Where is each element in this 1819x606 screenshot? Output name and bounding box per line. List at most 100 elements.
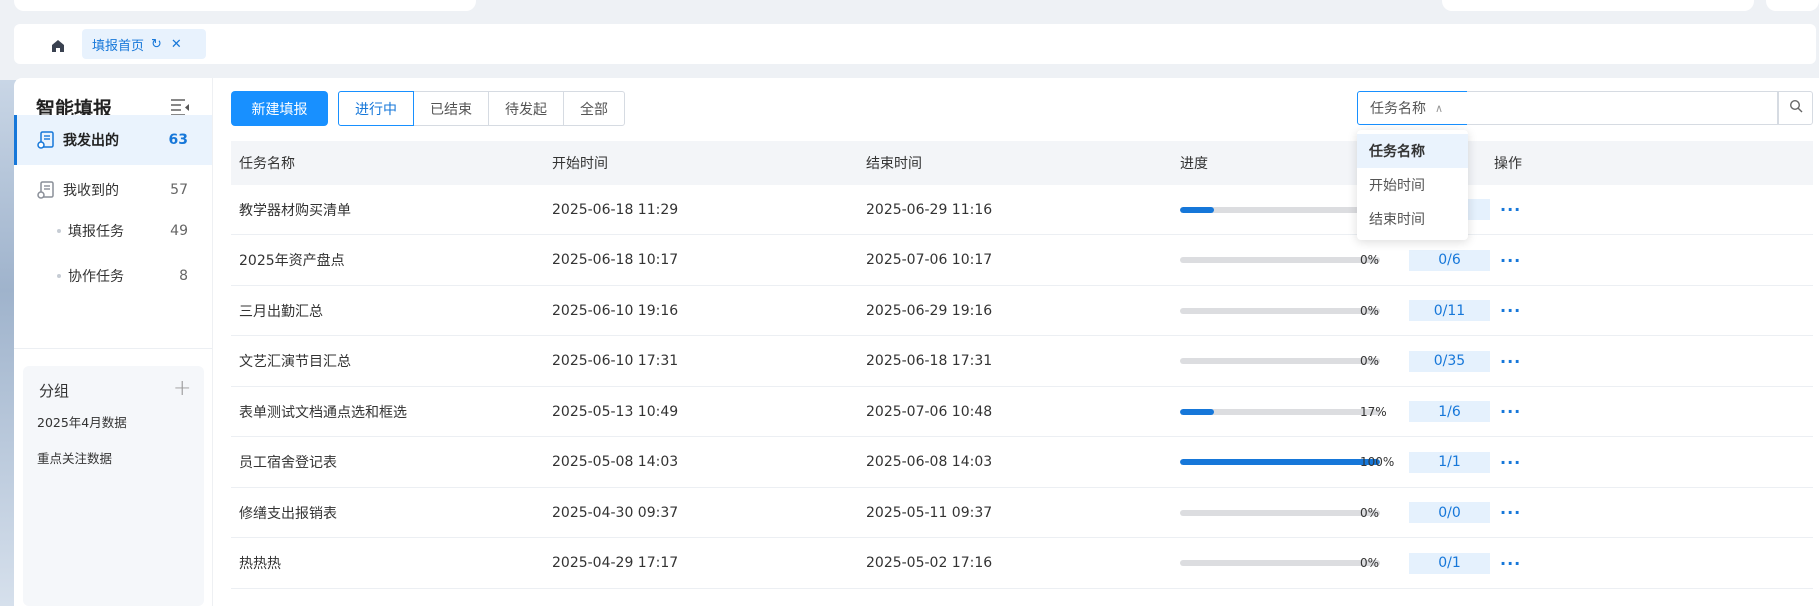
bullet-icon (57, 229, 61, 233)
end-time: 2025-07-06 10:17 (866, 252, 993, 268)
column-header: 操作 (1494, 156, 1522, 172)
task-name[interactable]: 三月出勤汇总 (239, 301, 323, 321)
task-name[interactable]: 修缮支出报销表 (239, 503, 337, 523)
tab-home[interactable]: 填报首页 ↻ ✕ (82, 29, 206, 59)
task-name[interactable]: 教学器材购买清单 (239, 200, 351, 220)
dropdown-option[interactable]: 开始时间 (1357, 168, 1468, 202)
column-header: 开始时间 (552, 156, 608, 172)
sidebar-item-label: 填报任务 (68, 224, 124, 240)
progress-percent: 0% (1360, 303, 1380, 318)
end-time: 2025-06-29 19:16 (866, 302, 993, 319)
tab-in-progress[interactable]: 进行中 (338, 91, 414, 126)
task-name[interactable]: 表单测试文档通点选和框选 (239, 402, 407, 422)
sidebar-subitem-fill-tasks[interactable]: 填报任务 49 (14, 206, 212, 256)
top-panel (14, 0, 476, 11)
more-actions-icon[interactable]: ··· (1500, 251, 1521, 270)
group-item[interactable]: 2025年4月数据 (37, 412, 127, 431)
sidebar-item-label: 我发出的 (63, 133, 119, 149)
table-row[interactable]: 修缮支出报销表 2025-04-30 09:37 2025-05-11 09:37 0… (231, 488, 1813, 538)
more-actions-icon[interactable]: ··· (1500, 453, 1521, 472)
table-row[interactable]: 员工宿舍登记表 2025-05-08 14:03 2025-06-08 14:03 1… (231, 438, 1813, 488)
refresh-icon[interactable]: ↻ (151, 37, 162, 52)
top-panel (1442, 0, 1754, 11)
progress-percent: 0% (1360, 253, 1380, 267)
progress-bar (1180, 206, 1380, 213)
table-header: 任务名称 开始时间 结束时间 进度 操作 (231, 141, 1813, 185)
sidebar-item-sent[interactable]: 我发出的 63 (14, 115, 212, 165)
more-actions-icon[interactable]: ··· (1500, 402, 1521, 421)
search-field-select[interactable]: 任务名称 ∧ (1357, 91, 1468, 125)
search-button[interactable] (1778, 91, 1813, 125)
table-row[interactable]: 热热热 2025-04-29 17:17 2025-05-02 17:16 0% 0/1… (231, 539, 1813, 589)
start-time: 2025-05-08 14:03 (552, 454, 679, 470)
start-time: 2025-05-13 10:49 (552, 403, 679, 420)
search-input[interactable] (1467, 91, 1778, 125)
progress-fill (1180, 408, 1214, 415)
column-header: 结束时间 (866, 156, 922, 172)
progress-percent: 17% (1360, 404, 1387, 419)
close-icon[interactable]: ✕ (171, 37, 182, 52)
status-tabs: 进行中 已结束 待发起 全部 (338, 91, 625, 126)
task-name[interactable]: 热热热 (239, 553, 281, 573)
progress-percent: 0% (1360, 505, 1380, 520)
completion-ratio[interactable]: 0/6 (1409, 249, 1490, 271)
task-name[interactable]: 2025年资产盘点 (239, 250, 345, 270)
progress-fill (1180, 459, 1380, 465)
sidebar-subitem-collab-tasks[interactable]: 协作任务 8 (14, 251, 212, 301)
tab-ended[interactable]: 已结束 (413, 91, 489, 126)
home-icon[interactable] (50, 38, 66, 54)
tab-all[interactable]: 全部 (563, 91, 625, 126)
new-fill-button[interactable]: 新建填报 (231, 91, 328, 126)
end-time: 2025-05-02 17:16 (866, 555, 993, 571)
collapse-sidebar-icon[interactable] (169, 98, 191, 116)
progress-bar (1180, 408, 1380, 415)
dropdown-option[interactable]: 结束时间 (1357, 202, 1468, 236)
table-row[interactable]: 文艺汇演节目汇总 2025-06-10 17:31 2025-06-18 17:31… (231, 337, 1813, 387)
completion-ratio[interactable]: 1/1 (1409, 451, 1490, 473)
add-group-icon[interactable]: + (173, 376, 191, 401)
table-row[interactable]: 表单测试文档通点选和框选 2025-05-13 10:49 2025-07-06 1… (231, 387, 1813, 437)
end-time: 2025-06-29 11:16 (866, 201, 993, 218)
progress-percent: 100% (1360, 455, 1395, 469)
progress-bar (1180, 307, 1380, 314)
completion-ratio[interactable]: 1/6 (1409, 401, 1490, 422)
column-header: 进度 (1180, 156, 1208, 172)
sidebar-item-label: 我收到的 (63, 183, 119, 199)
sidebar-item-count: 63 (168, 132, 188, 148)
progress-bar (1180, 560, 1380, 566)
table-row[interactable]: 教学器材购买清单 2025-06-18 11:29 2025-06-29 11:16… (231, 185, 1813, 235)
sidebar-item-count: 49 (170, 223, 188, 239)
more-actions-icon[interactable]: ··· (1500, 200, 1521, 219)
more-actions-icon[interactable]: ··· (1500, 554, 1521, 573)
column-header: 任务名称 (239, 156, 295, 172)
more-actions-icon[interactable]: ··· (1500, 301, 1521, 320)
search-field-value: 任务名称 (1370, 101, 1426, 117)
start-time: 2025-06-18 10:17 (552, 252, 679, 268)
completion-ratio[interactable]: 0/0 (1409, 502, 1490, 523)
task-name[interactable]: 员工宿舍登记表 (239, 452, 337, 472)
table-row[interactable]: 2025年资产盘点 2025-06-18 10:17 2025-07-06 10:1… (231, 236, 1813, 286)
progress-fill (1180, 206, 1214, 213)
search-icon (1789, 99, 1803, 117)
task-name[interactable]: 文艺汇演节目汇总 (239, 351, 351, 371)
search-field-dropdown: 任务名称 开始时间 结束时间 (1357, 130, 1468, 240)
sidebar-item-label: 协作任务 (68, 269, 124, 285)
sidebar: 智能填报 我发出的 63 我收到的 57 填报任务 49 协作任务 8 分组 +… (14, 78, 213, 606)
completion-ratio[interactable]: 0/35 (1409, 350, 1490, 372)
top-panel (1766, 0, 1819, 11)
completion-ratio[interactable]: 0/11 (1409, 300, 1490, 321)
progress-bar (1180, 459, 1380, 465)
completion-ratio[interactable]: 0/1 (1409, 552, 1490, 574)
tab-pending[interactable]: 待发起 (488, 91, 564, 126)
end-time: 2025-07-06 10:48 (866, 403, 993, 420)
group-item[interactable]: 重点关注数据 (37, 448, 112, 467)
start-time: 2025-04-29 17:17 (552, 555, 679, 571)
more-actions-icon[interactable]: ··· (1500, 352, 1521, 371)
progress-bar (1180, 257, 1380, 263)
dropdown-option[interactable]: 任务名称 (1357, 134, 1468, 168)
start-time: 2025-06-18 11:29 (552, 201, 679, 218)
tab-label: 填报首页 (92, 38, 145, 54)
group-panel: 分组 + 2025年4月数据 重点关注数据 (23, 366, 204, 606)
table-row[interactable]: 三月出勤汇总 2025-06-10 19:16 2025-06-29 19:16 0%… (231, 286, 1813, 336)
more-actions-icon[interactable]: ··· (1500, 503, 1521, 522)
